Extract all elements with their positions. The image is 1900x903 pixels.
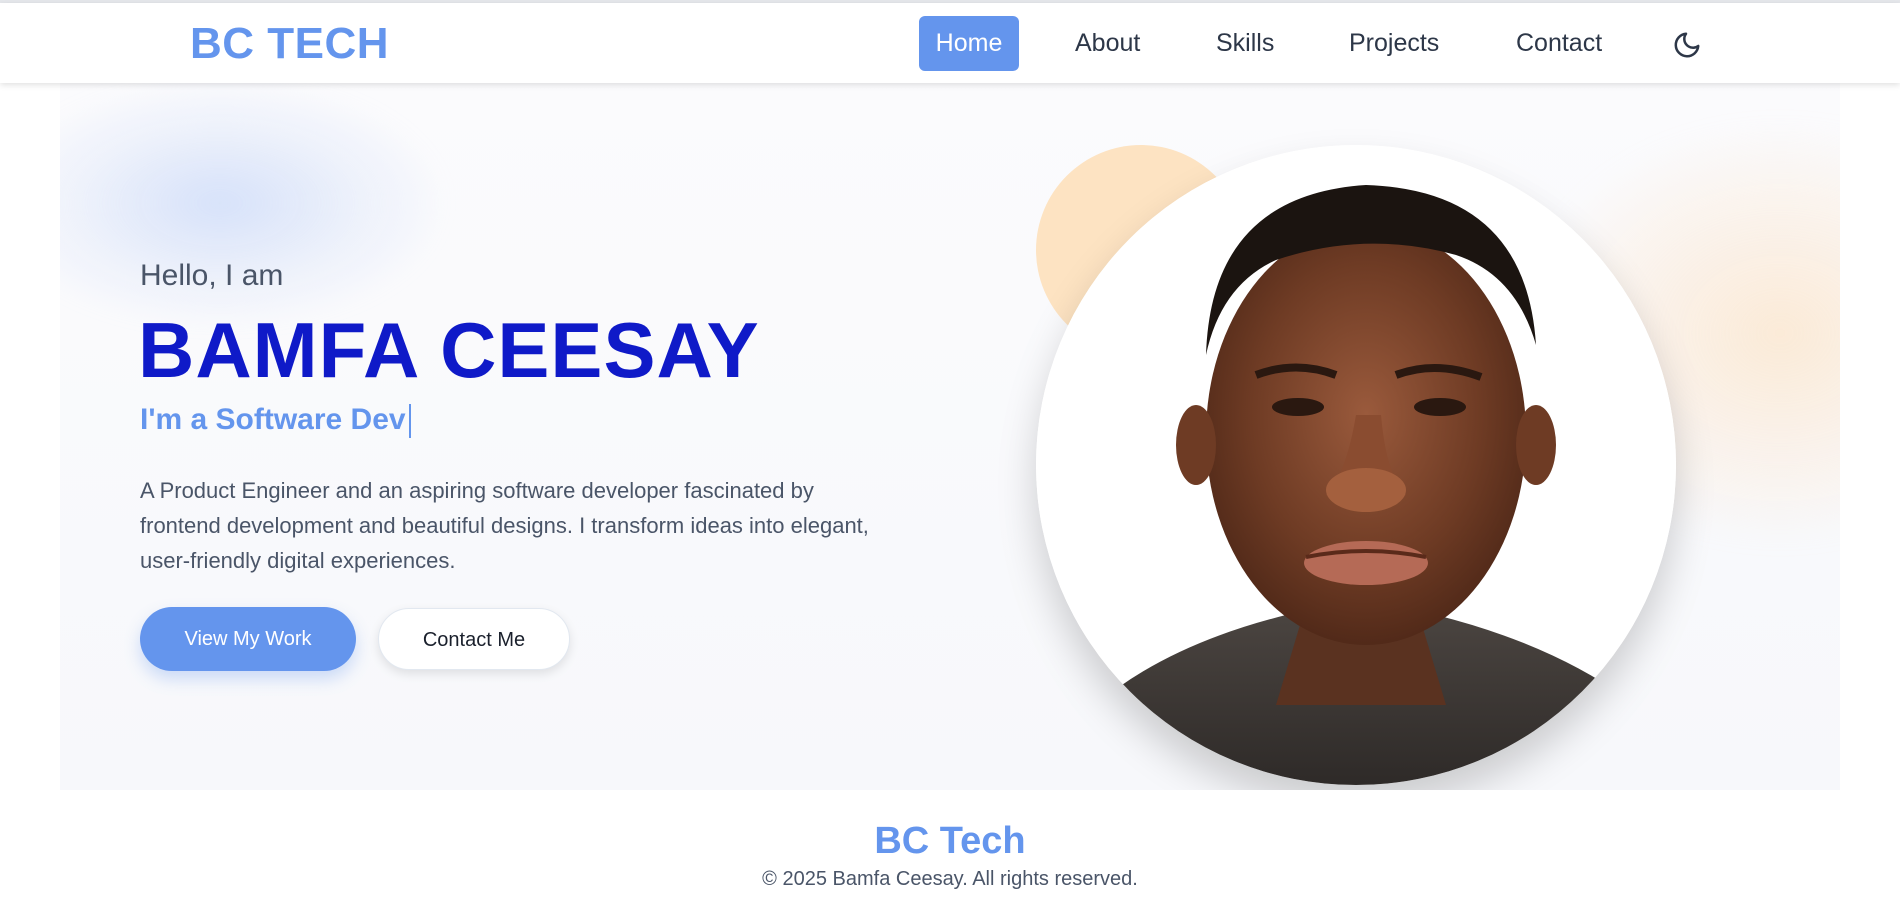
- nav-link-about[interactable]: About: [1061, 16, 1154, 71]
- footer-copyright: © 2025 Bamfa Ceesay. All rights reserved…: [762, 868, 1138, 890]
- hero-bio: A Product Engineer and an aspiring softw…: [140, 478, 869, 573]
- hero-role-text: I'm a Software Dev: [140, 403, 406, 436]
- hero-greeting: Hello, I am: [140, 259, 284, 292]
- nav-link-projects[interactable]: Projects: [1335, 16, 1453, 71]
- profile-photo-wrapper: [1036, 145, 1676, 785]
- hero-role: I'm a Software Dev: [140, 403, 411, 439]
- contact-me-button[interactable]: Contact Me: [378, 608, 570, 670]
- view-my-work-button[interactable]: View My Work: [140, 607, 356, 671]
- footer-brand: BC Tech: [874, 820, 1026, 862]
- nav-link-skills[interactable]: Skills: [1202, 16, 1288, 71]
- brand-logo[interactable]: BC TECH: [190, 19, 389, 69]
- hero-section: Hello, I am BAMFA CEESAY I'm a Software …: [60, 83, 1840, 790]
- portfolio-page: BC TECH Home About Skills Projects Conta…: [0, 0, 1900, 903]
- nav-link-contact[interactable]: Contact: [1502, 16, 1616, 71]
- moon-icon[interactable]: [1672, 30, 1702, 60]
- typing-caret: [408, 404, 411, 439]
- nav-link-home[interactable]: Home: [919, 16, 1019, 71]
- hero-name: BAMFA CEESAY: [138, 306, 760, 394]
- navbar: BC TECH Home About Skills Projects Conta…: [0, 3, 1900, 83]
- profile-photo: [1036, 145, 1676, 785]
